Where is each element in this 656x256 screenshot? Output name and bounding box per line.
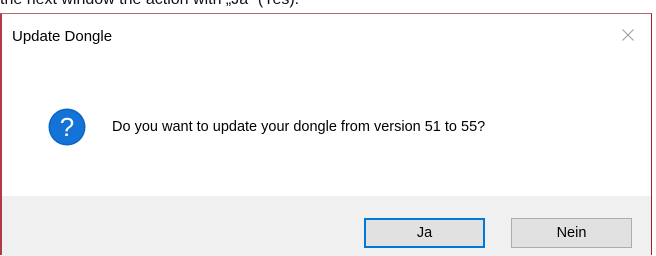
button-bar: Ja Nein xyxy=(2,196,651,256)
dialog-content: ? Do you want to update your dongle from… xyxy=(2,56,651,196)
title-bar: Update Dongle xyxy=(2,14,651,56)
close-icon xyxy=(622,29,634,41)
yes-button[interactable]: Ja xyxy=(364,218,485,248)
no-button[interactable]: Nein xyxy=(511,218,632,248)
update-dongle-dialog: Update Dongle ? Do you want to update yo… xyxy=(0,13,652,256)
background-document-text: the next window the action with „Ja“ (Ye… xyxy=(0,0,656,11)
svg-text:?: ? xyxy=(60,112,74,142)
dialog-title: Update Dongle xyxy=(12,28,113,45)
question-icon: ? xyxy=(48,108,86,146)
dialog-message: Do you want to update your dongle from v… xyxy=(112,119,486,135)
close-button[interactable] xyxy=(605,14,651,56)
